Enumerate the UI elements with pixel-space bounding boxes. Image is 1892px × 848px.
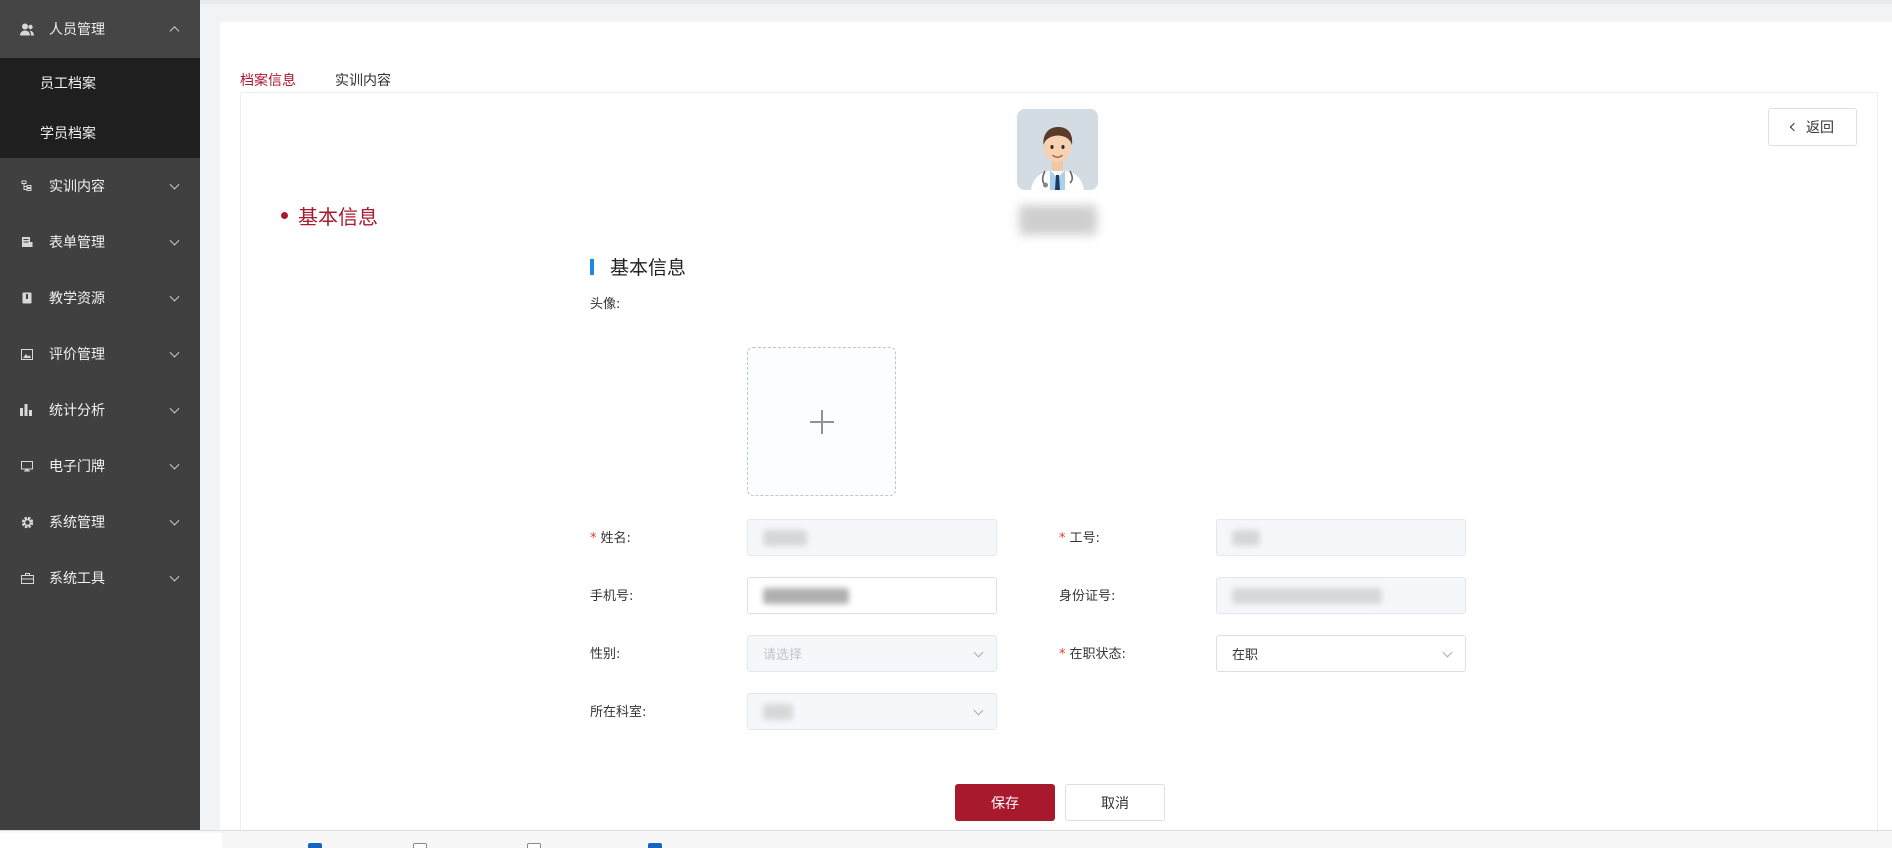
sidebar-item-evaluation[interactable]: 评价管理 — [0, 326, 200, 382]
toolbox-icon — [20, 571, 34, 585]
tab-label: 实训内容 — [335, 73, 391, 89]
avatar-upload[interactable] — [747, 347, 896, 496]
sidebar-subitem-student-archive[interactable]: 学员档案 — [0, 108, 200, 158]
bar-chart-icon — [20, 403, 34, 417]
tree-icon — [20, 179, 34, 193]
employment-status-select[interactable]: 在职 — [1216, 635, 1466, 672]
sidebar-item-label: 评价管理 — [49, 347, 105, 363]
id-card-value-blurred — [1232, 587, 1382, 604]
id-card-label: 身份证号: — [1059, 589, 1116, 604]
chevron-down-icon — [169, 347, 180, 358]
chevron-up-icon — [169, 26, 180, 37]
department-label: 所在科室: — [590, 705, 647, 720]
gear-icon — [20, 515, 34, 529]
sidebar-item-forms[interactable]: 表单管理 — [0, 214, 200, 270]
department-value-blurred — [763, 703, 793, 720]
chevron-down-icon — [169, 459, 180, 470]
chevron-down-icon — [169, 235, 180, 246]
top-strip — [200, 0, 1892, 4]
name-label: * 姓名: — [590, 531, 631, 546]
book-icon — [20, 291, 34, 305]
avatar-label: 头像: — [590, 297, 621, 312]
chevron-down-icon — [973, 647, 984, 658]
phone-value-blurred — [763, 587, 849, 604]
sidebar-item-label: 实训内容 — [49, 179, 105, 195]
form-icon — [20, 235, 34, 249]
sidebar-subitem-staff-archive[interactable]: 员工档案 — [0, 58, 200, 108]
chevron-down-icon — [1442, 647, 1453, 658]
sidebar-item-label: 人员管理 — [49, 22, 105, 38]
submenu-personnel: 员工档案 学员档案 — [0, 58, 200, 158]
image-icon — [20, 347, 34, 361]
sidebar: 人员管理 员工档案 学员档案 实训内容 表单管理 教学资源 评价管理 统计分析 … — [0, 0, 200, 830]
phone-label: 手机号: — [590, 589, 634, 604]
section-title-text: 基本信息 — [610, 257, 687, 279]
job-number-field[interactable] — [1216, 519, 1466, 556]
archive-card: 返回 基本信息 基本信息 头像: * 姓名: * 工号: 手机号: 身份证号: … — [240, 92, 1878, 832]
bottom-checkbox-2[interactable] — [413, 843, 427, 848]
job-number-label: * 工号: — [1059, 531, 1100, 546]
id-card-field[interactable] — [1216, 577, 1466, 614]
bottom-search-input[interactable] — [0, 833, 222, 848]
save-button[interactable]: 保存 — [955, 784, 1055, 821]
doctor-avatar-image — [1017, 109, 1098, 190]
plus-icon-vertical — [821, 410, 823, 434]
department-select[interactable] — [747, 693, 997, 730]
anchor-basic-info[interactable]: 基本信息 — [281, 201, 378, 230]
sidebar-item-teaching-resources[interactable]: 教学资源 — [0, 270, 200, 326]
gender-select[interactable]: 请选择 — [747, 635, 997, 672]
main-content: 档案信息 实训内容 返回 基本信息 基本信息 头像: * 姓名: * 工号: 手… — [200, 0, 1892, 832]
sidebar-item-label: 电子门牌 — [49, 459, 105, 475]
employee-name-blurred — [1019, 205, 1097, 235]
chevron-down-icon — [973, 705, 984, 716]
sidebar-item-label: 表单管理 — [49, 235, 105, 251]
sidebar-subitem-label: 员工档案 — [40, 76, 96, 92]
name-value-blurred — [763, 529, 807, 546]
sidebar-item-label: 教学资源 — [49, 291, 105, 307]
content-panel: 档案信息 实训内容 返回 基本信息 基本信息 头像: * 姓名: * 工号: 手… — [220, 22, 1892, 832]
users-icon — [20, 22, 34, 36]
chevron-left-icon — [1789, 122, 1799, 132]
section-title: 基本信息 — [590, 253, 686, 280]
cancel-button[interactable]: 取消 — [1065, 784, 1165, 821]
avatar — [1017, 109, 1098, 190]
section-bar — [590, 258, 594, 275]
gender-label: 性别: — [590, 647, 621, 662]
bottom-checkbox-4[interactable] — [648, 843, 662, 848]
chevron-down-icon — [169, 403, 180, 414]
anchor-dot — [281, 212, 288, 219]
back-button[interactable]: 返回 — [1768, 108, 1857, 146]
anchor-label: 基本信息 — [298, 205, 378, 229]
employment-status-value: 在职 — [1232, 648, 1259, 663]
chevron-down-icon — [169, 291, 180, 302]
sidebar-item-system-management[interactable]: 系统管理 — [0, 494, 200, 550]
name-field[interactable] — [747, 519, 997, 556]
chevron-down-icon — [169, 571, 180, 582]
sidebar-item-personnel[interactable]: 人员管理 — [0, 0, 200, 58]
job-number-value-blurred — [1232, 529, 1260, 546]
sidebar-item-label: 系统工具 — [49, 571, 105, 587]
sidebar-item-statistics[interactable]: 统计分析 — [0, 382, 200, 438]
sidebar-item-e-doorplate[interactable]: 电子门牌 — [0, 438, 200, 494]
phone-input[interactable] — [747, 577, 997, 614]
tab-label: 档案信息 — [240, 73, 296, 89]
sidebar-item-label: 统计分析 — [49, 403, 105, 419]
bottom-checkbox-3[interactable] — [527, 843, 541, 848]
sidebar-item-label: 系统管理 — [49, 515, 105, 531]
employment-status-label: * 在职状态: — [1059, 647, 1126, 662]
back-button-label: 返回 — [1806, 120, 1834, 136]
sidebar-item-training[interactable]: 实训内容 — [0, 158, 200, 214]
bottom-toolbar-strip — [0, 830, 1892, 848]
bottom-checkbox-1[interactable] — [308, 843, 322, 848]
gender-placeholder: 请选择 — [763, 648, 803, 663]
sidebar-item-system-tools[interactable]: 系统工具 — [0, 550, 200, 606]
sidebar-subitem-label: 学员档案 — [40, 126, 96, 142]
chevron-down-icon — [169, 515, 180, 526]
chevron-down-icon — [169, 179, 180, 190]
monitor-icon — [20, 459, 34, 473]
